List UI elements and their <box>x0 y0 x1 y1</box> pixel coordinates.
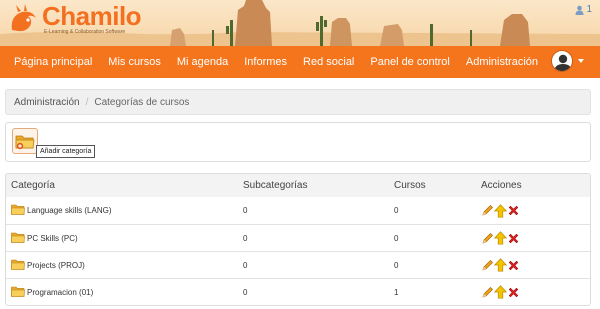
category-cell: Programacion (01) <box>11 279 93 305</box>
user-icon <box>575 5 584 15</box>
edit-button[interactable] <box>481 204 494 217</box>
row-actions <box>481 197 520 224</box>
breadcrumb-current: Categorías de cursos <box>94 96 190 108</box>
avatar <box>551 50 573 72</box>
category-name-link[interactable]: PC Skills (PC) <box>27 234 78 243</box>
breadcrumb-root[interactable]: Administración <box>14 97 80 108</box>
column-header-subcategories[interactable]: Subcategorías <box>243 174 308 197</box>
arrow-up-icon <box>494 285 507 299</box>
nav-my-courses[interactable]: Mis cursos <box>100 46 169 78</box>
pencil-icon <box>481 232 494 245</box>
folder-icon <box>11 204 25 217</box>
courses-count: 0 <box>394 260 399 270</box>
subcategories-count: 0 <box>243 206 248 215</box>
row-actions <box>481 225 520 251</box>
chamilo-logo[interactable]: Chamilo E-Learning & Collaboration Softw… <box>6 1 142 36</box>
logo-name: Chamilo <box>42 1 142 31</box>
courses-count: 0 <box>394 206 399 215</box>
table-body: Language skills (LANG) 0 0 PC Skills (PC) 0 0… <box>6 197 590 305</box>
table-header-row: Categoría Subcategorías Cursos Acciones <box>6 174 590 197</box>
move-up-button[interactable] <box>494 231 507 245</box>
folder-add-icon <box>15 135 35 150</box>
nav-home[interactable]: Página principal <box>0 46 100 78</box>
breadcrumb: Administración / Categorías de cursos <box>5 89 591 115</box>
pencil-icon <box>481 259 494 272</box>
delete-icon <box>507 232 520 245</box>
add-category-tooltip: Añadir categoría <box>36 145 96 158</box>
arrow-up-icon <box>494 231 507 245</box>
main-navbar: Página principal Mis cursos Mi agenda In… <box>0 46 600 78</box>
categories-table: Categoría Subcategorías Cursos Acciones … <box>5 173 591 306</box>
actions-toolbar: Añadir categoría <box>5 122 591 162</box>
category-cell: PC Skills (PC) <box>11 225 78 251</box>
column-header-category[interactable]: Categoría <box>11 174 55 197</box>
table-row: Programacion (01) 0 1 <box>6 278 590 305</box>
category-name-link[interactable]: Language skills (LANG) <box>27 206 111 215</box>
edit-button[interactable] <box>481 259 494 272</box>
row-actions <box>481 279 520 305</box>
table-row: PC Skills (PC) 0 0 <box>6 224 590 251</box>
edit-button[interactable] <box>481 286 494 299</box>
delete-icon <box>507 259 520 272</box>
courses-count: 0 <box>394 233 399 243</box>
folder-icon <box>11 286 25 299</box>
category-cell: Language skills (LANG) <box>11 197 111 224</box>
courses-count: 1 <box>394 287 399 297</box>
nav-administration[interactable]: Administración <box>458 46 546 78</box>
column-header-actions: Acciones <box>481 180 522 191</box>
delete-button[interactable] <box>507 204 520 217</box>
nav-reports[interactable]: Informes <box>236 46 295 78</box>
user-menu-toggle[interactable] <box>551 50 584 72</box>
arrow-up-icon <box>494 258 507 272</box>
delete-button[interactable] <box>507 259 520 272</box>
move-up-button[interactable] <box>494 258 507 272</box>
folder-icon <box>11 232 25 245</box>
move-up-button[interactable] <box>494 285 507 299</box>
delete-icon <box>507 286 520 299</box>
nav-dashboard[interactable]: Panel de control <box>362 46 458 78</box>
online-users-count: 1 <box>586 4 592 15</box>
delete-button[interactable] <box>507 286 520 299</box>
online-users-indicator[interactable]: 1 <box>575 4 592 15</box>
delete-icon <box>507 204 520 217</box>
site-header: Chamilo E-Learning & Collaboration Softw… <box>0 0 600 46</box>
pencil-icon <box>481 204 494 217</box>
category-name-link[interactable]: Programacion (01) <box>27 288 93 297</box>
nav-social-network[interactable]: Red social <box>295 46 362 78</box>
avatar-icon <box>554 54 572 71</box>
move-up-button[interactable] <box>494 203 507 218</box>
chamilo-logo-icon <box>11 4 36 32</box>
row-actions <box>481 252 520 278</box>
category-name-link[interactable]: Projects (PROJ) <box>27 261 85 270</box>
subcategories-count: 0 <box>243 233 248 243</box>
subcategories-count: 0 <box>243 260 248 270</box>
nav-my-agenda[interactable]: Mi agenda <box>169 46 236 78</box>
add-category-button[interactable] <box>12 128 38 154</box>
column-header-courses[interactable]: Cursos <box>394 174 426 197</box>
chevron-down-icon <box>578 59 584 63</box>
subcategories-count: 0 <box>243 287 248 297</box>
table-row: Projects (PROJ) 0 0 <box>6 251 590 278</box>
table-row: Language skills (LANG) 0 0 <box>6 197 590 224</box>
breadcrumb-separator: / <box>85 96 89 108</box>
delete-button[interactable] <box>507 232 520 245</box>
pencil-icon <box>481 286 494 299</box>
category-cell: Projects (PROJ) <box>11 252 85 278</box>
arrow-up-icon <box>494 203 507 218</box>
edit-button[interactable] <box>481 232 494 245</box>
folder-icon <box>11 259 25 272</box>
